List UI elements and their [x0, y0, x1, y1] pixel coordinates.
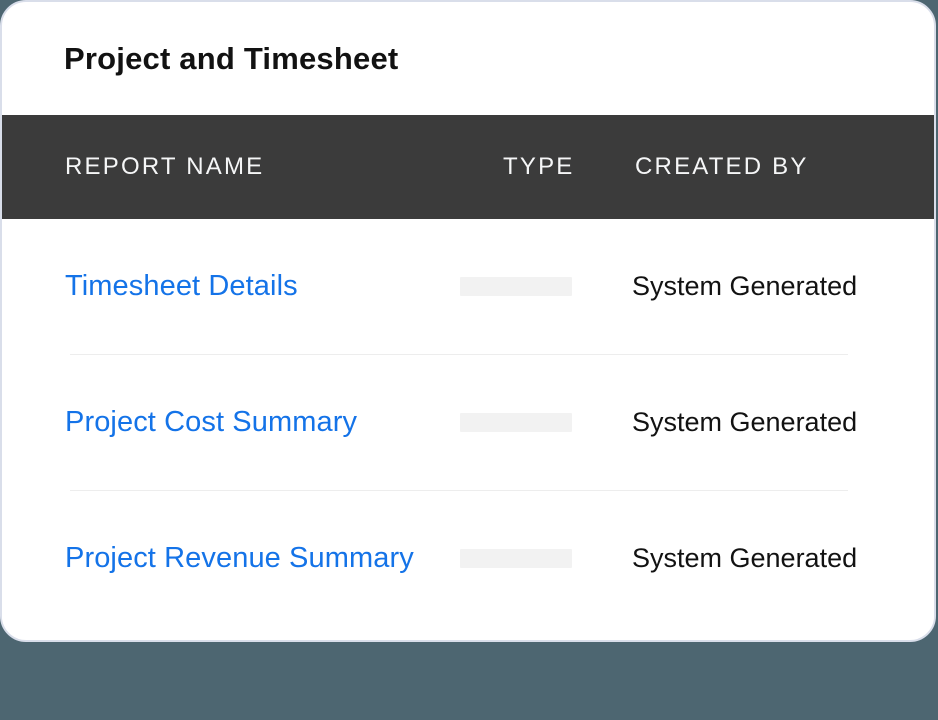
column-header-created-by: CREATED BY [632, 153, 914, 181]
type-placeholder [460, 277, 572, 296]
card-title-row: Project and Timesheet [2, 2, 934, 115]
table-body: Timesheet Details System Generated Proje… [2, 219, 934, 626]
report-name-cell: Project Cost Summary [65, 406, 460, 439]
report-link-timesheet-details[interactable]: Timesheet Details [65, 270, 298, 302]
report-name-cell: Timesheet Details [65, 270, 460, 303]
created-by-value: System Generated [632, 407, 914, 438]
table-row: Project Cost Summary System Generated [2, 355, 934, 490]
type-cell [460, 277, 632, 296]
report-name-cell: Project Revenue Summary [65, 542, 460, 575]
table-row: Timesheet Details System Generated [2, 219, 934, 354]
column-header-report-name: REPORT NAME [65, 153, 460, 181]
type-cell [460, 549, 632, 568]
table-header: REPORT NAME TYPE CREATED BY [2, 115, 934, 219]
column-header-type: TYPE [460, 153, 632, 181]
type-placeholder [460, 413, 572, 432]
report-link-project-cost-summary[interactable]: Project Cost Summary [65, 406, 357, 438]
created-by-value: System Generated [632, 271, 914, 302]
table-row: Project Revenue Summary System Generated [2, 491, 934, 626]
type-placeholder [460, 549, 572, 568]
reports-card: Project and Timesheet REPORT NAME TYPE C… [0, 0, 936, 642]
type-cell [460, 413, 632, 432]
page-title: Project and Timesheet [64, 41, 398, 77]
report-link-project-revenue-summary[interactable]: Project Revenue Summary [65, 542, 414, 574]
created-by-value: System Generated [632, 543, 914, 574]
